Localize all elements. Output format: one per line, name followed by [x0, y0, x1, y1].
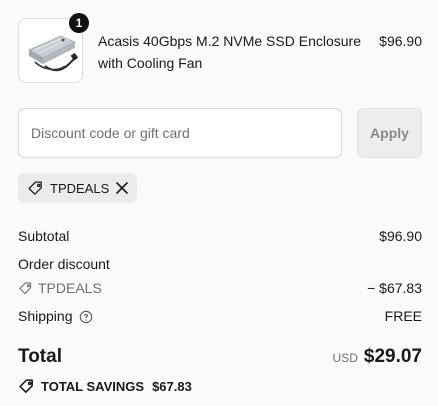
order-discount-label: Order discount	[18, 256, 110, 272]
ssd-enclosure-image	[28, 35, 79, 72]
product-thumbnail: 1	[18, 13, 89, 83]
subtotal-row: Subtotal $96.90	[18, 228, 422, 244]
product-name: Acasis 40Gbps M.2 NVMe SSD Enclosure wit…	[98, 33, 361, 71]
tag-icon	[18, 281, 33, 296]
subtotal-value: $96.90	[379, 228, 422, 244]
shipping-label: Shipping	[18, 308, 73, 324]
line-item: 1 Acasis 40Gbps M.2 NVMe SSD Enclosure w…	[18, 13, 422, 84]
discount-code-row: TPDEALS − $67.83	[18, 280, 422, 296]
product-price: $96.90	[379, 33, 422, 49]
remove-code-icon[interactable]	[115, 181, 129, 195]
total-savings-row: TOTAL SAVINGS $67.83	[18, 378, 422, 395]
tag-icon	[18, 378, 35, 395]
applied-discount-chip: TPDEALS	[18, 173, 137, 203]
applied-code-label: TPDEALS	[50, 180, 110, 196]
currency-code: USD	[332, 351, 358, 365]
discount-value: − $67.83	[367, 280, 422, 296]
discount-code-name: TPDEALS	[38, 280, 102, 296]
total-savings-value: $67.83	[152, 379, 192, 394]
order-summary: 1 Acasis 40Gbps M.2 NVMe SSD Enclosure w…	[0, 0, 438, 406]
subtotal-label: Subtotal	[18, 228, 70, 244]
discount-code-input[interactable]	[18, 108, 342, 158]
order-discount-row: Order discount	[18, 256, 422, 272]
quantity-badge: 1	[69, 13, 89, 33]
discount-form: Apply	[18, 108, 422, 158]
total-value: $29.07	[363, 346, 422, 367]
total-label: Total	[18, 346, 62, 367]
total-savings-label: TOTAL SAVINGS	[41, 379, 145, 394]
help-circle-icon[interactable]	[79, 310, 93, 324]
apply-button[interactable]: Apply	[357, 108, 422, 158]
shipping-value: FREE	[384, 308, 422, 324]
total-row: Total USD $29.07	[18, 346, 422, 372]
tag-icon	[27, 180, 44, 197]
shipping-row: Shipping FREE	[18, 308, 422, 324]
